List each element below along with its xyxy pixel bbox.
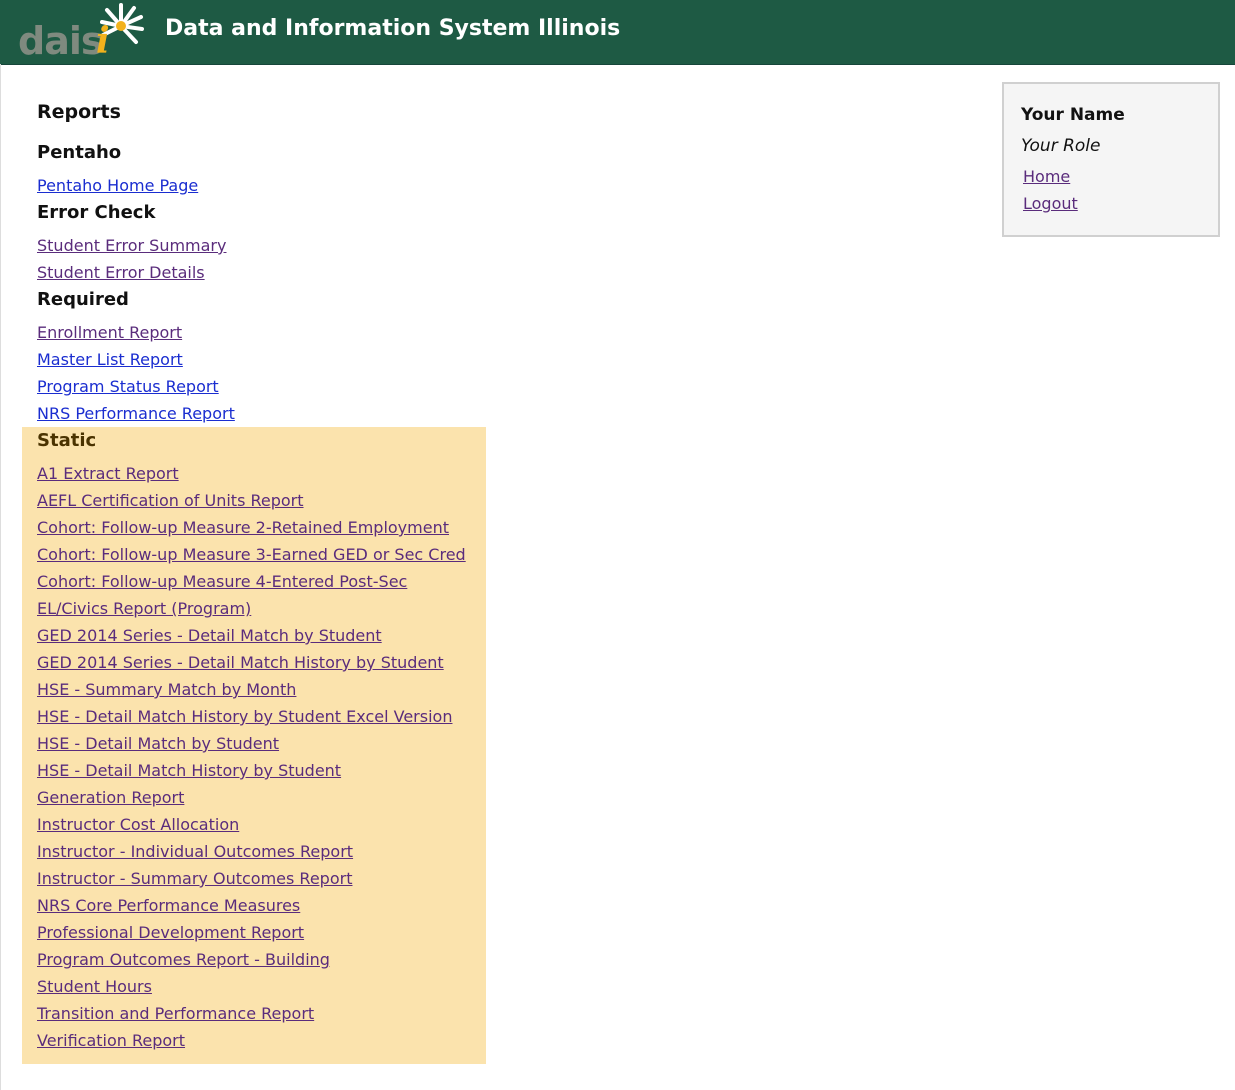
link-static-report[interactable]: Instructor Cost Allocation: [37, 815, 239, 835]
link-static-report[interactable]: Cohort: Follow-up Measure 3-Earned GED o…: [37, 545, 466, 565]
link-static-report[interactable]: Generation Report: [37, 788, 184, 808]
section-title-pentaho: Pentaho: [37, 142, 122, 163]
link-static-report[interactable]: HSE - Detail Match by Student: [37, 734, 279, 754]
page-left-border: [0, 64, 1, 1090]
link-static-report[interactable]: Student Hours: [37, 977, 152, 997]
link-student-error-details[interactable]: Student Error Details: [37, 263, 205, 283]
link-static-report[interactable]: NRS Core Performance Measures: [37, 896, 300, 916]
link-static-report[interactable]: Verification Report: [37, 1031, 185, 1051]
link-static-report[interactable]: Instructor - Summary Outcomes Report: [37, 869, 352, 889]
home-link[interactable]: Home: [1023, 167, 1070, 186]
user-role: Your Role: [1021, 136, 1101, 156]
link-enrollment-report[interactable]: Enrollment Report: [37, 323, 182, 343]
link-pentaho-home-page[interactable]: Pentaho Home Page: [37, 176, 198, 196]
link-nrs-performance-report[interactable]: NRS Performance Report: [37, 404, 235, 424]
site-title: Data and Information System Illinois: [165, 16, 621, 41]
link-static-report[interactable]: HSE - Summary Match by Month: [37, 680, 296, 700]
link-static-report[interactable]: AEFL Certification of Units Report: [37, 491, 304, 511]
link-student-error-summary[interactable]: Student Error Summary: [37, 236, 226, 256]
link-static-report[interactable]: GED 2014 Series - Detail Match History b…: [37, 653, 444, 673]
link-static-report[interactable]: Program Outcomes Report - Building: [37, 950, 330, 970]
section-title-required: Required: [37, 289, 129, 310]
user-name: Your Name: [1021, 105, 1125, 125]
link-static-report[interactable]: A1 Extract Report: [37, 464, 179, 484]
link-static-report[interactable]: Cohort: Follow-up Measure 2-Retained Emp…: [37, 518, 449, 538]
link-master-list-report[interactable]: Master List Report: [37, 350, 183, 370]
link-static-report[interactable]: Cohort: Follow-up Measure 4-Entered Post…: [37, 572, 407, 592]
link-static-report[interactable]: HSE - Detail Match History by Student Ex…: [37, 707, 452, 727]
section-title-error-check: Error Check: [37, 202, 156, 223]
link-static-report[interactable]: HSE - Detail Match History by Student: [37, 761, 341, 781]
site-header: dais i Data and Information System Illin…: [0, 0, 1235, 65]
link-static-report[interactable]: Transition and Performance Report: [37, 1004, 314, 1024]
user-panel: Your Name Your Role Home Logout: [1002, 82, 1220, 237]
link-static-report[interactable]: GED 2014 Series - Detail Match by Studen…: [37, 626, 382, 646]
link-program-status-report[interactable]: Program Status Report: [37, 377, 219, 397]
section-title-static: Static: [37, 430, 97, 451]
logo-wordmark: dais: [18, 19, 103, 63]
dais-logo[interactable]: dais i: [18, 0, 144, 64]
link-static-report[interactable]: Professional Development Report: [37, 923, 304, 943]
logo-i-letter: i: [96, 20, 110, 62]
page-title: Reports: [37, 101, 121, 123]
link-static-report[interactable]: Instructor - Individual Outcomes Report: [37, 842, 353, 862]
link-static-report[interactable]: EL/Civics Report (Program): [37, 599, 251, 619]
logout-link[interactable]: Logout: [1023, 194, 1078, 213]
